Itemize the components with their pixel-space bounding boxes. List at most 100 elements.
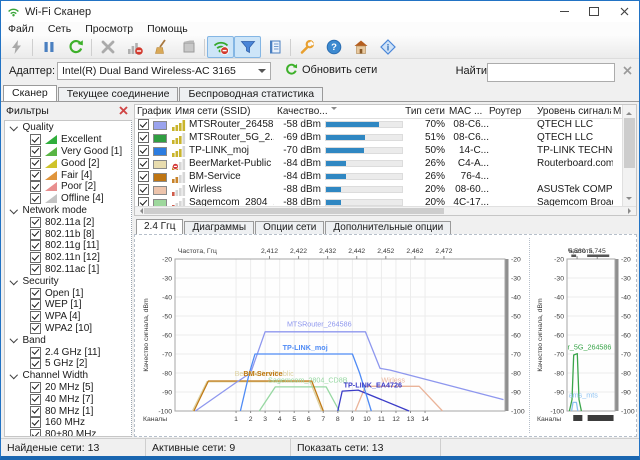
filter-item[interactable]: Open [1]	[5, 287, 131, 299]
filter-item[interactable]: WEP [1]	[5, 299, 131, 311]
close-button[interactable]	[609, 1, 639, 22]
menu-help[interactable]: Помощь	[140, 23, 195, 35]
checkbox-checked[interactable]	[30, 429, 41, 437]
col-network-type[interactable]: Тип сети	[385, 105, 445, 118]
refresh-networks-button[interactable]: Обновить сети	[285, 63, 377, 76]
clear-find-button[interactable]	[623, 66, 632, 75]
help-button[interactable]: ?	[320, 36, 347, 58]
tab-additional-options[interactable]: Дополнительные опции	[325, 221, 451, 234]
col-signal-level[interactable]: Уровень сигнала	[537, 105, 611, 118]
export-button[interactable]	[175, 36, 202, 58]
filter-item[interactable]: 802.11n [12]	[5, 252, 131, 264]
checkbox-checked[interactable]	[30, 193, 41, 204]
checkbox-checked[interactable]	[30, 394, 41, 405]
checkbox-checked[interactable]	[30, 229, 41, 240]
checkbox-checked[interactable]	[30, 311, 41, 322]
tab-diagrams[interactable]: Диаграммы	[184, 221, 254, 234]
tab-wireless-statistics[interactable]: Беспроводная статистика	[179, 87, 323, 101]
checkbox-checked[interactable]	[30, 170, 41, 181]
log-button[interactable]	[261, 36, 288, 58]
filter-item[interactable]: 80+80 MHz	[5, 429, 131, 437]
filter-item[interactable]: Fair [4]	[5, 169, 131, 181]
checkbox-checked[interactable]	[30, 252, 41, 263]
tab-network-options[interactable]: Опции сети	[255, 221, 324, 234]
tab-scanner[interactable]: Сканер	[3, 85, 57, 101]
filter-item[interactable]: 5 GHz [2]	[5, 358, 131, 370]
remove-signal-button[interactable]	[121, 36, 148, 58]
filter-item[interactable]: Good [2]	[5, 157, 131, 169]
minimize-button[interactable]	[549, 1, 579, 22]
delete-network-button[interactable]	[94, 36, 121, 58]
refresh-button[interactable]	[62, 36, 89, 58]
filter-group[interactable]: Quality	[5, 122, 131, 134]
filter-group[interactable]: Band	[5, 334, 131, 346]
table-row[interactable]: BeerMarket-Public-84 dBm26%C4-A...Router…	[135, 157, 623, 170]
col-quality[interactable]: Качество...	[277, 105, 337, 118]
tab-2-4ghz[interactable]: 2.4 Ггц	[136, 219, 183, 234]
col-mac[interactable]: MAC ...	[449, 105, 489, 118]
filter-item[interactable]: WPA2 [10]	[5, 323, 131, 335]
filter-item[interactable]: 802.11b [8]	[5, 228, 131, 240]
filter-group[interactable]: Channel Width	[5, 370, 131, 382]
filter-group[interactable]: Network mode	[5, 205, 131, 217]
pause-scan-button[interactable]	[35, 36, 62, 58]
checkbox-checked[interactable]	[138, 119, 149, 130]
col-graph[interactable]: График	[137, 105, 173, 118]
checkbox-checked[interactable]	[30, 146, 41, 157]
checkbox-checked[interactable]	[30, 299, 41, 310]
scroll-left-icon[interactable]	[137, 208, 143, 214]
scroll-up-icon[interactable]	[626, 109, 632, 115]
filter-item[interactable]: WPA [4]	[5, 311, 131, 323]
checkbox-checked[interactable]	[30, 264, 41, 275]
col-router[interactable]: Роутер	[489, 105, 535, 118]
filter-item[interactable]: Offline [4]	[5, 193, 131, 205]
adapter-select[interactable]: Intel(R) Dual Band Wireless-AC 3165	[57, 62, 271, 80]
filter-item[interactable]: 160 MHz	[5, 417, 131, 429]
filter-item[interactable]: Very Good [1]	[5, 146, 131, 158]
filter-item[interactable]: Poor [2]	[5, 181, 131, 193]
scroll-down-icon[interactable]	[626, 197, 632, 203]
table-row[interactable]: BM-Service-84 dBm26%76-4...	[135, 170, 623, 183]
inactive-networks-toggle[interactable]	[207, 36, 234, 58]
checkbox-checked[interactable]	[30, 358, 41, 369]
checkbox-checked[interactable]	[30, 406, 41, 417]
checkbox-checked[interactable]	[30, 323, 41, 334]
filter-item[interactable]: 802.11ac [1]	[5, 264, 131, 276]
menu-file[interactable]: Файл	[1, 23, 41, 35]
checkbox-checked[interactable]	[30, 158, 41, 169]
start-scan-button[interactable]	[3, 36, 30, 58]
horizontal-scrollbar[interactable]	[135, 206, 636, 215]
clear-list-button[interactable]	[148, 36, 175, 58]
about-button[interactable]: i	[374, 36, 401, 58]
maximize-button[interactable]	[579, 1, 609, 22]
checkbox-checked[interactable]	[138, 132, 149, 143]
table-row[interactable]: MTSRouter_5G_2...-69 dBm51%08-C6...QTECH…	[135, 131, 623, 144]
checkbox-checked[interactable]	[30, 347, 41, 358]
settings-button[interactable]	[293, 36, 320, 58]
filter-item[interactable]: 802.11a [2]	[5, 216, 131, 228]
home-button[interactable]	[347, 36, 374, 58]
checkbox-checked[interactable]	[30, 382, 41, 393]
checkbox-checked[interactable]	[30, 288, 41, 299]
filter-group[interactable]: Security	[5, 275, 131, 287]
menu-view[interactable]: Просмотр	[78, 23, 140, 35]
scroll-thumb[interactable]	[144, 208, 444, 214]
close-filters-button[interactable]	[119, 106, 128, 115]
checkbox-checked[interactable]	[138, 184, 149, 195]
menu-network[interactable]: Сеть	[41, 23, 78, 35]
table-row[interactable]: TP-LINK_moj-70 dBm50%14-C...TP-LINK TECH…	[135, 144, 623, 157]
table-row[interactable]: MTSRouter_264586-58 dBm70%08-C6...QTECH …	[135, 118, 623, 131]
checkbox-checked[interactable]	[30, 417, 41, 428]
tab-current-connection[interactable]: Текущее соединение	[58, 87, 179, 101]
find-input[interactable]	[487, 63, 615, 82]
filter-item[interactable]: Excellent	[5, 134, 131, 146]
table-row[interactable]: Wirless-88 dBm20%08-60...ASUSTek COMPUTE…	[135, 183, 623, 196]
filter-item[interactable]: 80 MHz [1]	[5, 405, 131, 417]
filter-item[interactable]: 2.4 GHz [11]	[5, 346, 131, 358]
checkbox-checked[interactable]	[30, 240, 41, 251]
checkbox-checked[interactable]	[30, 181, 41, 192]
scroll-right-icon[interactable]	[628, 208, 634, 214]
filter-item[interactable]: 802.11g [11]	[5, 240, 131, 252]
checkbox-checked[interactable]	[30, 134, 41, 145]
filter-item[interactable]: 20 MHz [5]	[5, 382, 131, 394]
